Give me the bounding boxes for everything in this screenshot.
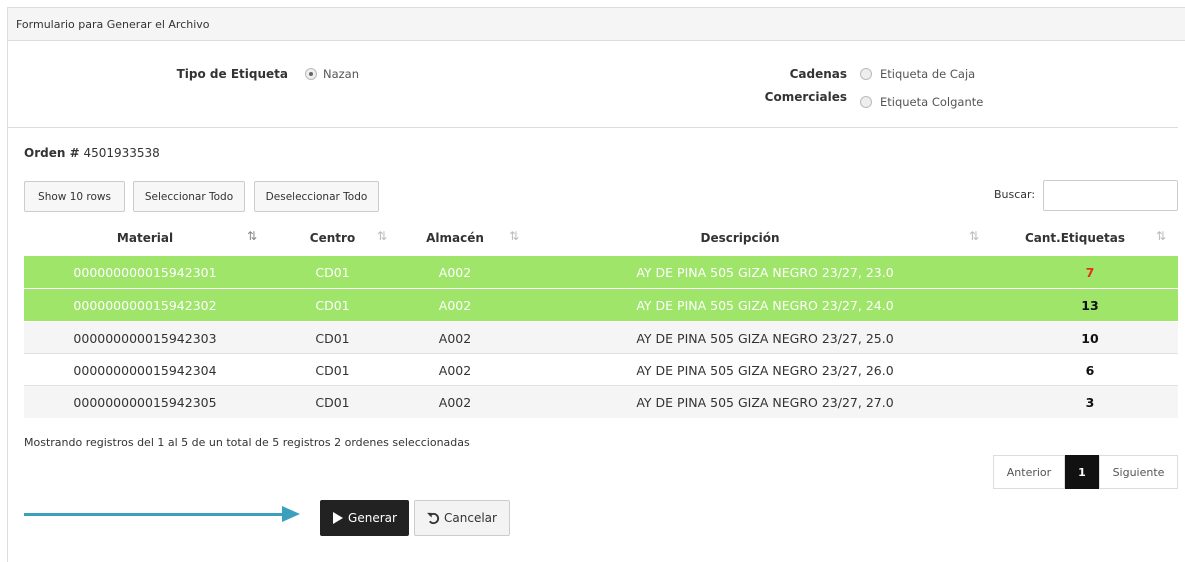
cancel-label: Cancelar — [444, 511, 497, 525]
table-row[interactable]: 000000000015942302 CD01 A002 AY DE PINA … — [24, 289, 1178, 321]
radio-etiqueta-caja[interactable] — [860, 68, 872, 80]
sort-asc-icon[interactable]: ⇅ — [247, 229, 257, 243]
cell-almacen: A002 — [438, 394, 472, 410]
table-row[interactable]: 000000000015942301 CD01 A002 AY DE PINA … — [24, 256, 1178, 288]
cell-almacen: A002 — [438, 297, 472, 313]
cell-centro: CD01 — [315, 264, 350, 280]
radio-nazan-label[interactable]: Nazan — [323, 67, 359, 81]
search-input[interactable] — [1043, 180, 1178, 211]
th-material[interactable]: Material — [60, 222, 230, 254]
radio-etiqueta-caja-label[interactable]: Etiqueta de Caja — [880, 67, 975, 81]
cadenas-label: Cadenas — [789, 67, 847, 81]
cancel-button[interactable]: Cancelar — [414, 500, 510, 536]
cell-cant: 7 — [1085, 264, 1095, 280]
radio-etiqueta-colgante-label[interactable]: Etiqueta Colgante — [880, 95, 983, 109]
pagination-prev[interactable]: Anterior — [993, 455, 1065, 489]
orden-label: Orden # — [24, 146, 80, 160]
th-cant-etiquetas[interactable]: Cant.Etiquetas — [1020, 222, 1130, 254]
cell-almacen: A002 — [438, 264, 472, 280]
table-info: Mostrando registros del 1 al 5 de un tot… — [24, 436, 470, 449]
table-row[interactable]: 000000000015942304 CD01 A002 AY DE PINA … — [24, 354, 1178, 386]
cell-cant: 10 — [1081, 330, 1099, 346]
cell-almacen: A002 — [438, 330, 472, 346]
panel-title: Formulario para Generar el Archivo — [16, 18, 210, 31]
search-label: Buscar: — [994, 188, 1036, 201]
show-rows-button[interactable]: Show 10 rows — [24, 181, 125, 212]
cell-centro: CD01 — [315, 330, 350, 346]
cell-material: 000000000015942301 — [73, 264, 217, 280]
cell-material: 000000000015942304 — [73, 362, 217, 378]
pagination-page-1[interactable]: 1 — [1065, 455, 1099, 489]
cell-descripcion: AY DE PINA 505 GIZA NEGRO 23/27, 25.0 — [636, 330, 894, 346]
sort-icon[interactable]: ⇅ — [969, 229, 979, 243]
radio-nazan[interactable] — [305, 68, 317, 80]
cell-cant: 13 — [1081, 297, 1099, 313]
sort-icon[interactable]: ⇅ — [377, 229, 387, 243]
th-almacen[interactable]: Almacén — [420, 222, 490, 254]
divider — [7, 127, 1178, 128]
table-row[interactable]: 000000000015942303 CD01 A002 AY DE PINA … — [24, 322, 1178, 354]
orden-line: Orden # 4501933538 — [24, 146, 160, 160]
table-row[interactable]: 000000000015942305 CD01 A002 AY DE PINA … — [24, 386, 1178, 418]
cell-material: 000000000015942305 — [73, 394, 217, 410]
cell-descripcion: AY DE PINA 505 GIZA NEGRO 23/27, 27.0 — [636, 394, 894, 410]
generate-label: Generar — [348, 511, 397, 525]
undo-icon — [427, 512, 440, 524]
pagination-next[interactable]: Siguiente — [1099, 455, 1178, 489]
cell-material: 000000000015942302 — [73, 297, 217, 313]
cell-descripcion: AY DE PINA 505 GIZA NEGRO 23/27, 24.0 — [636, 297, 894, 313]
th-centro[interactable]: Centro — [300, 222, 365, 254]
orden-number: 4501933538 — [83, 146, 160, 160]
cell-material: 000000000015942303 — [73, 330, 217, 346]
play-icon — [333, 512, 344, 524]
th-descripcion[interactable]: Descripción — [640, 222, 840, 254]
arrow-right-icon — [24, 513, 284, 516]
cell-descripcion: AY DE PINA 505 GIZA NEGRO 23/27, 26.0 — [636, 362, 894, 378]
generate-button[interactable]: Generar — [320, 500, 409, 536]
cell-descripcion: AY DE PINA 505 GIZA NEGRO 23/27, 23.0 — [636, 264, 894, 280]
sort-icon[interactable]: ⇅ — [509, 229, 519, 243]
cell-almacen: A002 — [438, 362, 472, 378]
cell-centro: CD01 — [315, 362, 350, 378]
cell-centro: CD01 — [315, 394, 350, 410]
sort-icon[interactable]: ⇅ — [1156, 229, 1166, 243]
cell-cant: 6 — [1085, 362, 1095, 378]
panel-heading: Formulario para Generar el Archivo — [8, 8, 1185, 41]
cell-cant: 3 — [1085, 394, 1095, 410]
tipo-etiqueta-label: Tipo de Etiqueta — [176, 67, 288, 81]
cell-centro: CD01 — [315, 297, 350, 313]
deselect-all-button[interactable]: Deseleccionar Todo — [254, 181, 379, 212]
comerciales-label: Comerciales — [764, 90, 847, 104]
select-all-button[interactable]: Seleccionar Todo — [133, 181, 245, 212]
arrow-head-icon — [282, 506, 300, 522]
radio-etiqueta-colgante[interactable] — [860, 96, 872, 108]
